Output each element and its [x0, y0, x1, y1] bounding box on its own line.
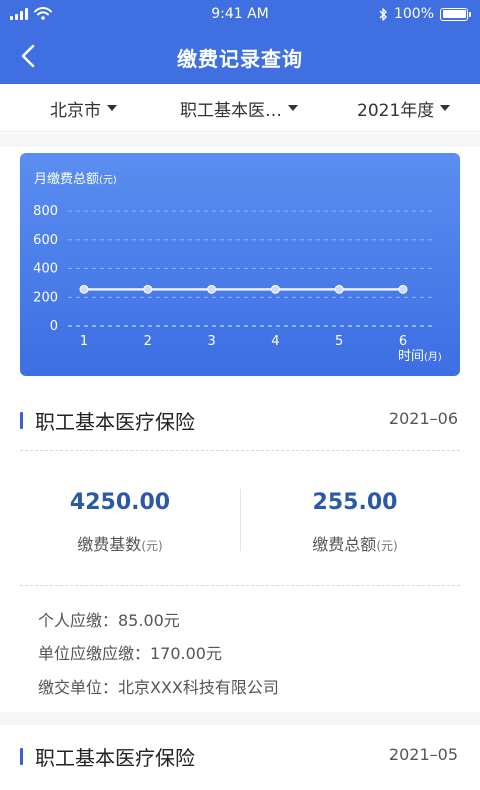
data-point	[270, 284, 280, 294]
y-tick-label: 0	[50, 319, 58, 334]
x-axis-label-text: 时间	[398, 349, 424, 364]
filter-bar: 北京市 职工基本医… 2021年度	[0, 84, 480, 132]
y-tick-label: 600	[33, 233, 58, 248]
data-point	[143, 284, 153, 294]
record-date: 2021–06	[388, 409, 458, 428]
bluetooth-icon	[379, 7, 387, 21]
base-value: 4250.00	[69, 490, 171, 515]
x-axis-label: 时间(月)	[398, 349, 442, 364]
x-tick-label: 3	[207, 334, 215, 349]
y-tick-label: 400	[33, 262, 58, 277]
record-card: 职工基本医疗保险 2021–06 4250.00 缴费基数(元) 255.00 …	[0, 386, 480, 712]
data-point	[398, 284, 408, 294]
record-title-text: 职工基本医疗保险	[35, 746, 195, 770]
battery-percent: 100%	[393, 6, 434, 22]
caret-down-icon	[107, 105, 117, 111]
x-tick-label: 4	[271, 334, 279, 349]
accent-bar	[20, 748, 23, 765]
record-card: 职工基本医疗保险 2021–05	[0, 725, 480, 790]
data-point	[334, 284, 344, 294]
x-tick-label: 2	[144, 334, 152, 349]
total-unit: (元)	[376, 539, 398, 553]
x-tick-label: 1	[80, 334, 88, 349]
filter-insurance-type[interactable]: 职工基本医…	[180, 84, 298, 132]
employer-name: 缴交单位：北京XXX科技有限公司	[38, 678, 279, 697]
record-title: 职工基本医疗保险	[20, 406, 195, 435]
record-title-text: 职工基本医疗保险	[35, 410, 195, 434]
record-date: 2021–05	[388, 745, 458, 764]
dashed-divider	[20, 585, 460, 586]
filter-city[interactable]: 北京市	[50, 84, 117, 132]
dashed-divider	[20, 450, 460, 451]
contribution-base: 4250.00 缴费基数(元)	[10, 490, 230, 555]
chart-title-unit: (元)	[99, 175, 117, 186]
chart-card: 月缴费总额(元) 0 200 400 600 800 1 2 3 4 5 6 时间(月)	[20, 153, 460, 376]
x-tick-label: 5	[335, 334, 343, 349]
accent-bar	[20, 412, 23, 429]
filter-city-label: 北京市	[50, 100, 101, 121]
base-unit: (元)	[141, 539, 163, 553]
x-axis-label-unit: (月)	[424, 351, 442, 363]
filter-year-label: 2021年度	[357, 100, 435, 121]
filter-insurance-label: 职工基本医…	[180, 100, 282, 121]
chart-title-text: 月缴费总额	[34, 172, 99, 187]
status-bar: 9:41 AM 100%	[0, 0, 480, 30]
total-label: 缴费总额(元)	[312, 535, 398, 554]
status-right: 100%	[378, 6, 471, 22]
data-point	[207, 284, 217, 294]
company-payment: 单位应缴应缴：170.00元	[38, 644, 222, 663]
record-title: 职工基本医疗保险	[20, 742, 195, 771]
contribution-total: 255.00 缴费总额(元)	[245, 490, 465, 555]
y-tick-label: 800	[33, 204, 58, 219]
chart-title: 月缴费总额(元)	[34, 172, 117, 187]
battery-icon	[440, 7, 471, 21]
payment-chart: 月缴费总额(元) 0 200 400 600 800 1 2 3 4 5 6 时间(月)	[33, 172, 442, 364]
vertical-divider	[240, 489, 241, 551]
y-tick-label: 200	[33, 290, 58, 305]
caret-down-icon	[288, 105, 298, 111]
total-value: 255.00	[312, 490, 398, 515]
section-spacer	[0, 712, 480, 725]
filter-year[interactable]: 2021年度	[357, 84, 451, 132]
caret-down-icon	[440, 105, 451, 111]
personal-payment: 个人应缴：85.00元	[38, 611, 180, 630]
header: 9:41 AM 100% 缴费记录查询	[0, 0, 480, 84]
data-point	[79, 284, 89, 294]
x-tick-label: 6	[399, 334, 407, 349]
base-label: 缴费基数(元)	[77, 535, 163, 554]
section-spacer	[0, 133, 480, 147]
page-title: 缴费记录查询	[177, 47, 303, 71]
